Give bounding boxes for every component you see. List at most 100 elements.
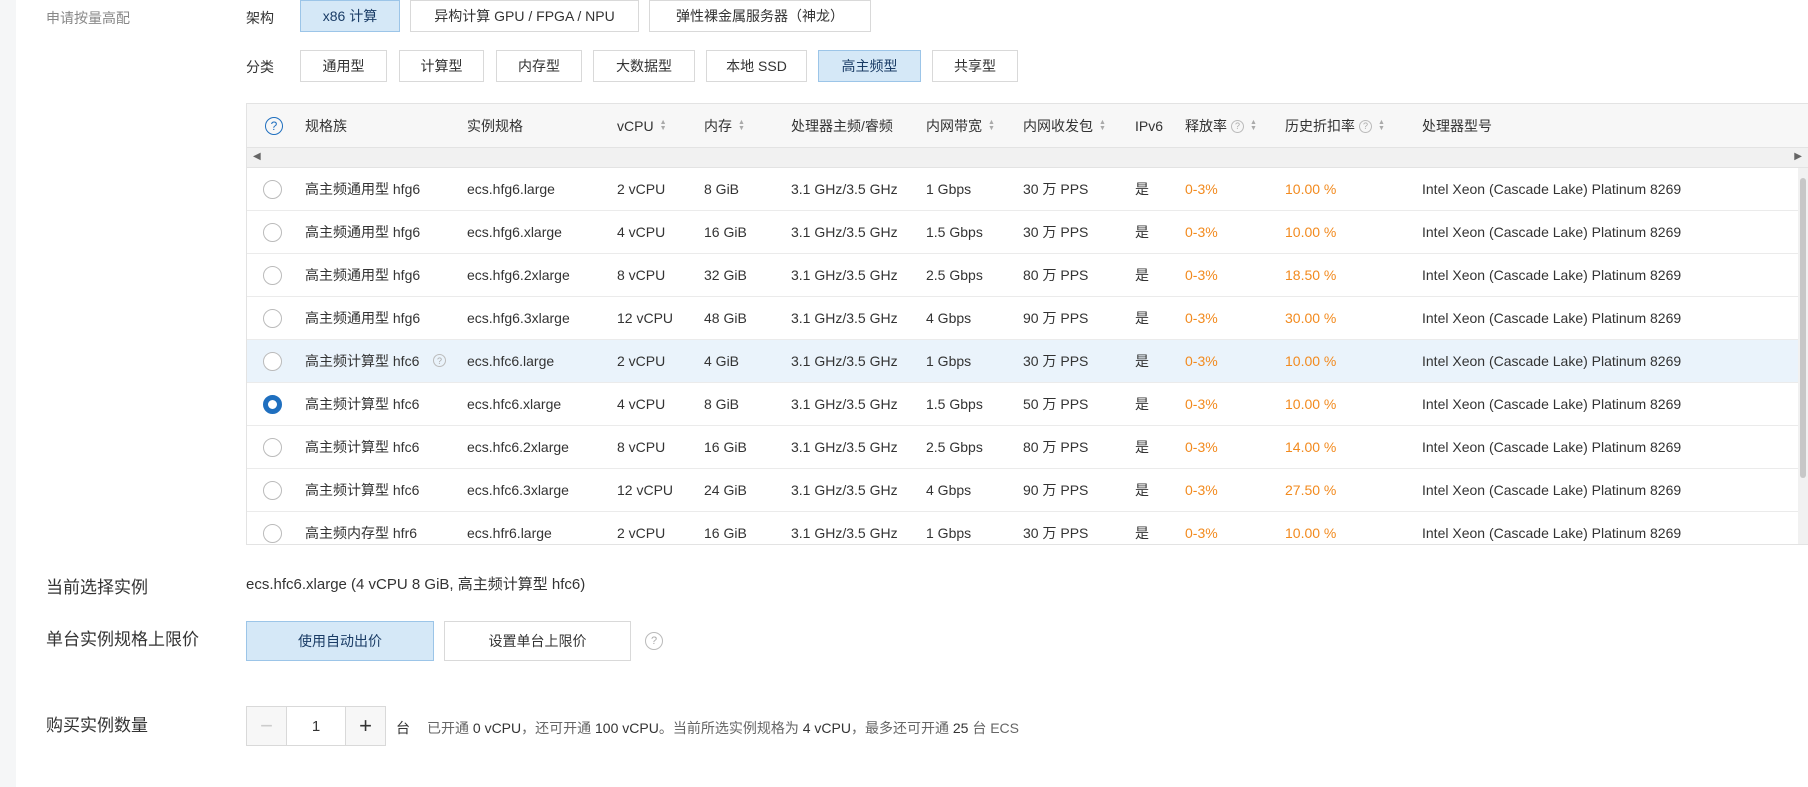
- category-option-general[interactable]: 通用型: [300, 50, 387, 82]
- sort-icon[interactable]: ▲ ▼: [738, 119, 745, 132]
- quantity-stepper[interactable]: − 1 +: [246, 706, 386, 746]
- radio[interactable]: [263, 309, 282, 328]
- sort-icon[interactable]: ▲ ▼: [1378, 119, 1385, 132]
- cell-ipv6: 是: [1135, 181, 1149, 197]
- table-row[interactable]: 高主频通用型 hfg6 ecs.hfg6.xlarge 4 vCPU 16 GiB 3.…: [247, 211, 1808, 254]
- sort-icon[interactable]: ▲ ▼: [1099, 119, 1106, 132]
- header-discount-label: 历史折扣率: [1285, 118, 1355, 134]
- table-row[interactable]: 高主频计算型 hfc6? ecs.hfc6.large 2 vCPU 4 GiB 3.1…: [247, 340, 1808, 383]
- radio[interactable]: [263, 481, 282, 500]
- header-discount[interactable]: 历史折扣率? ▲ ▼: [1285, 104, 1385, 148]
- cell-spec: ecs.hfg6.2xlarge: [467, 267, 570, 283]
- header-pps-label: 内网收发包: [1023, 118, 1093, 134]
- cell-freq: 3.1 GHz/3.5 GHz: [791, 525, 898, 541]
- header-spec: 实例规格: [467, 118, 523, 134]
- cell-vcpu: 2 vCPU: [617, 181, 666, 197]
- set-limit-button[interactable]: 设置单台上限价: [444, 621, 631, 661]
- arch-option-baremetal[interactable]: 弹性裸金属服务器（神龙）: [649, 0, 871, 32]
- price-limit-label: 单台实例规格上限价: [46, 630, 199, 649]
- radio[interactable]: [263, 438, 282, 457]
- category-option-local-ssd[interactable]: 本地 SSD: [706, 50, 807, 82]
- cell-family: 高主频内存型 hfr6: [305, 525, 418, 541]
- cell-vcpu: 12 vCPU: [617, 310, 674, 326]
- header-bw-label: 内网带宽: [926, 118, 982, 134]
- table-row[interactable]: 高主频计算型 hfc6 ecs.hfc6.xlarge 4 vCPU 8 GiB 3.1…: [247, 383, 1808, 426]
- help-icon[interactable]: ?: [1231, 119, 1244, 133]
- radio[interactable]: [263, 352, 282, 371]
- category-option-compute[interactable]: 计算型: [399, 50, 484, 82]
- category-option-memory[interactable]: 内存型: [496, 50, 582, 82]
- quota-mid2: 。当前所选实例规格为: [658, 720, 799, 736]
- quota-prefix: 已开通: [427, 720, 469, 736]
- cell-ipv6: 是: [1135, 396, 1149, 412]
- minus-icon[interactable]: −: [247, 707, 287, 745]
- auto-bid-button[interactable]: 使用自动出价: [246, 621, 434, 661]
- cell-discount: 14.00 %: [1285, 439, 1337, 455]
- quantity-input[interactable]: 1: [287, 707, 345, 745]
- arch-option-hetero[interactable]: 异构计算 GPU / FPGA / NPU: [410, 0, 639, 32]
- radio[interactable]: [263, 180, 282, 199]
- cell-mem: 32 GiB: [704, 267, 747, 283]
- header-ipv6: IPv6: [1135, 118, 1164, 134]
- cell-cpu-model: Intel Xeon (Cascade Lake) Platinum 8269: [1422, 310, 1682, 326]
- sort-icon[interactable]: ▲ ▼: [988, 119, 995, 132]
- header-bandwidth[interactable]: 内网带宽 ▲ ▼: [926, 104, 995, 148]
- cell-release: 0-3%: [1185, 181, 1218, 197]
- cell-ipv6: 是: [1135, 224, 1149, 240]
- category-option-high-freq[interactable]: 高主频型: [818, 50, 921, 82]
- cell-freq: 3.1 GHz/3.5 GHz: [791, 267, 898, 283]
- cell-ipv6: 是: [1135, 525, 1149, 541]
- quota-mid: ，还可开通: [521, 720, 592, 736]
- cell-cpu-model: Intel Xeon (Cascade Lake) Platinum 8269: [1422, 224, 1682, 240]
- scrollbar-thumb[interactable]: [1800, 178, 1806, 478]
- radio[interactable]: [263, 524, 282, 543]
- help-icon[interactable]: ?: [645, 632, 663, 650]
- current-instance-value: ecs.hfc6.xlarge (4 vCPU 8 GiB, 高主频计算型 hf…: [246, 576, 586, 593]
- radio[interactable]: [263, 266, 282, 285]
- header-family: 规格族: [305, 118, 347, 134]
- scroll-right-icon[interactable]: ▶: [1794, 151, 1802, 162]
- help-icon[interactable]: ?: [1359, 119, 1372, 133]
- cell-cpu-model: Intel Xeon (Cascade Lake) Platinum 8269: [1422, 181, 1682, 197]
- header-mem[interactable]: 内存 ▲ ▼: [704, 104, 745, 148]
- header-mem-label: 内存: [704, 118, 732, 134]
- table-row[interactable]: 高主频通用型 hfg6 ecs.hfg6.large 2 vCPU 8 GiB 3.1 …: [247, 168, 1808, 211]
- scroll-left-icon[interactable]: ◀: [253, 151, 261, 162]
- cell-discount: 10.00 %: [1285, 353, 1337, 369]
- header-vcpu[interactable]: vCPU ▲ ▼: [617, 104, 667, 148]
- cell-ipv6: 是: [1135, 353, 1149, 369]
- radio[interactable]: [263, 223, 282, 242]
- cell-bandwidth: 1.5 Gbps: [926, 396, 983, 412]
- header-pps[interactable]: 内网收发包 ▲ ▼: [1023, 104, 1106, 148]
- table-row[interactable]: 高主频内存型 hfr6 ecs.hfr6.large 2 vCPU 16 GiB 3.1…: [247, 512, 1808, 544]
- plus-icon[interactable]: +: [345, 707, 385, 745]
- category-option-shared[interactable]: 共享型: [932, 50, 1018, 82]
- header-release[interactable]: 释放率? ▲ ▼: [1185, 104, 1257, 148]
- cell-mem: 16 GiB: [704, 439, 747, 455]
- table-row[interactable]: 高主频通用型 hfg6 ecs.hfg6.2xlarge 8 vCPU 32 GiB 3…: [247, 254, 1808, 297]
- cell-spec: ecs.hfc6.large: [467, 353, 555, 369]
- cell-family: 高主频通用型 hfg6: [305, 181, 421, 197]
- cell-release: 0-3%: [1185, 224, 1218, 240]
- cell-spec: ecs.hfr6.large: [467, 525, 552, 541]
- table-row[interactable]: 高主频通用型 hfg6 ecs.hfg6.3xlarge 12 vCPU 48 GiB…: [247, 297, 1808, 340]
- cell-pps: 50 万 PPS: [1023, 396, 1089, 412]
- table-row[interactable]: 高主频计算型 hfc6 ecs.hfc6.3xlarge 12 vCPU 24 GiB…: [247, 469, 1808, 512]
- header-vcpu-label: vCPU: [617, 118, 654, 134]
- arch-option-x86[interactable]: x86 计算: [300, 0, 400, 32]
- cell-bandwidth: 1 Gbps: [926, 353, 972, 369]
- sort-icon[interactable]: ▲ ▼: [660, 119, 667, 132]
- sort-icon[interactable]: ▲ ▼: [1250, 119, 1257, 132]
- vertical-scrollbar[interactable]: [1798, 168, 1808, 544]
- category-option-bigdata[interactable]: 大数据型: [593, 50, 695, 82]
- horizontal-scrollbar[interactable]: ◀ ▶: [247, 148, 1808, 168]
- cell-release: 0-3%: [1185, 353, 1218, 369]
- cell-mem: 48 GiB: [704, 310, 747, 326]
- cell-discount: 30.00 %: [1285, 310, 1337, 326]
- cell-release: 0-3%: [1185, 439, 1218, 455]
- table-row[interactable]: 高主频计算型 hfc6 ecs.hfc6.2xlarge 8 vCPU 16 GiB 3…: [247, 426, 1808, 469]
- question-circle-icon[interactable]: ?: [265, 117, 283, 135]
- cell-family: 高主频计算型 hfc6: [305, 396, 420, 412]
- radio-checked[interactable]: [263, 395, 282, 414]
- help-icon[interactable]: ?: [433, 354, 446, 367]
